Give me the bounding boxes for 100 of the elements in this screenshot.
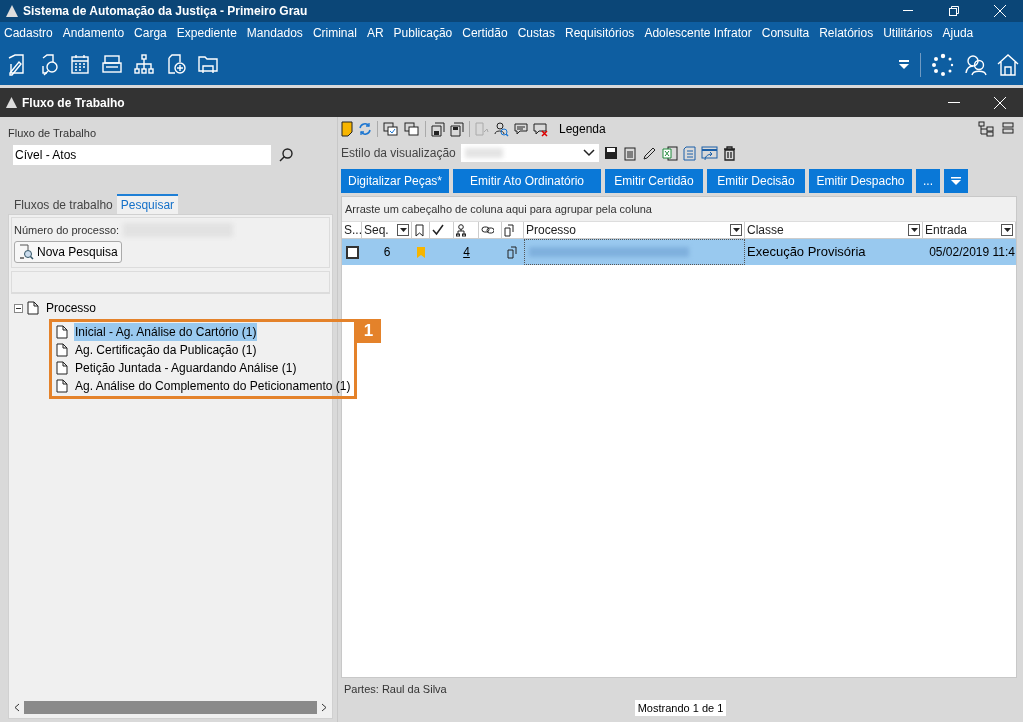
tree-item[interactable]: Ag. Análise do Complemento do Peticionamento (1) (74, 377, 352, 395)
window-title: Sistema de Automação da Justiça - Primeiro Grau (23, 3, 308, 20)
tab[interactable]: Pesquisar (116, 193, 179, 214)
action-button[interactable]: Emitir Decisão (707, 168, 805, 193)
list-view-icon[interactable] (1002, 121, 1014, 135)
column-header[interactable]: Processo (524, 222, 745, 238)
dropdown-icon[interactable] (898, 58, 910, 71)
callout-badge: 1 (356, 319, 381, 343)
chevron-down-icon (582, 149, 595, 157)
document-stack-icon (506, 245, 520, 259)
menu-item[interactable]: Custas (517, 24, 555, 42)
menu-item[interactable]: Consulta (761, 24, 810, 42)
field-label: Estilo da visualização (341, 145, 456, 162)
trash-icon[interactable] (722, 145, 736, 161)
action-button[interactable]: Digitalizar Peças* (341, 168, 449, 193)
clipboard-icon[interactable] (622, 145, 637, 161)
loading-icon[interactable] (931, 52, 955, 77)
calendar-icon[interactable] (70, 53, 90, 76)
menu-item[interactable]: Adolescente Infrator (644, 24, 752, 42)
column-header[interactable]: Classe (745, 222, 923, 238)
minimize-icon (903, 10, 913, 12)
check-icon (432, 223, 445, 237)
filter-dropdown[interactable] (1001, 224, 1013, 236)
menu-item[interactable]: Relatórios (819, 24, 874, 42)
parties-label: Partes: Raul da Silva (344, 681, 447, 697)
new-search-button[interactable]: Nova Pesquisa (14, 241, 122, 263)
copy-check-icon[interactable] (383, 122, 399, 136)
tree-item[interactable]: Ag. Certificação da Publicação (1) (74, 341, 258, 359)
table-cell-text: 05/02/2019 11:4 (929, 244, 1015, 261)
caret-down-icon (399, 228, 407, 232)
spreadsheet-icon[interactable] (661, 145, 678, 161)
document-icon (56, 343, 68, 357)
tree-view-icon[interactable] (978, 121, 994, 137)
search-icon[interactable] (279, 147, 293, 162)
dropdown-icon (951, 175, 961, 186)
document-pen-icon[interactable] (6, 53, 26, 76)
collapse-toggle[interactable] (14, 303, 23, 313)
printer-icon[interactable] (102, 53, 122, 76)
column-header[interactable]: S... (342, 222, 362, 238)
workflow-field[interactable]: Cível - Atos (13, 144, 271, 165)
menu-item[interactable]: AR (366, 24, 384, 42)
refresh-icon[interactable] (358, 122, 372, 136)
filter-dropdown[interactable] (397, 224, 409, 236)
tree-item[interactable]: Processo (46, 299, 97, 317)
copy-icon[interactable] (404, 122, 420, 136)
tab[interactable]: Fluxos de trabalho (10, 195, 117, 214)
save-icon[interactable] (431, 121, 445, 137)
filter-dropdown[interactable] (730, 224, 742, 236)
comment-icon[interactable] (514, 122, 528, 136)
action-button[interactable]: Emitir Certidão (605, 168, 703, 193)
pencil-icon[interactable] (641, 145, 657, 161)
document-icon (56, 379, 68, 393)
folder-icon[interactable] (198, 53, 218, 76)
count-link[interactable]: 4 (463, 243, 470, 261)
menu-item[interactable]: Ajuda (942, 24, 974, 42)
menu-item[interactable]: Andamento (62, 24, 125, 42)
menu-item[interactable]: Requisitórios (565, 24, 635, 42)
save-icon[interactable] (603, 146, 618, 160)
menu-item[interactable]: Carga (134, 24, 167, 42)
caret-down-icon (910, 228, 918, 232)
menu-item[interactable]: Cadastro (4, 24, 53, 42)
document-plus-icon[interactable] (166, 53, 186, 76)
paging-label: Mostrando 1 de 1 (634, 700, 727, 716)
document-stack-icon (504, 223, 517, 237)
action-button[interactable]: ... (916, 168, 940, 193)
checkbox[interactable] (345, 245, 359, 259)
save-icon[interactable] (450, 121, 464, 137)
menu-item[interactable]: Utilitários (883, 24, 933, 42)
person-search-icon[interactable] (494, 121, 509, 137)
table-cell-text: 6 (383, 244, 391, 261)
menu-item[interactable]: Publicação (393, 24, 453, 42)
legend-label[interactable]: Legenda (559, 120, 606, 138)
users-icon[interactable] (965, 53, 987, 76)
menu-item[interactable]: Criminal (312, 24, 357, 42)
action-button[interactable]: Emitir Ato Ordinatório (453, 168, 601, 193)
menu-item[interactable]: Mandados (246, 24, 303, 42)
link-icon (481, 223, 494, 237)
logo-icon (5, 4, 19, 18)
group-hint: Arraste um cabeçalho de coluna aqui para agrupar pela coluna (345, 201, 652, 217)
more-button[interactable] (944, 168, 968, 193)
button-label: Nova Pesquisa (37, 244, 118, 261)
column-header[interactable]: Entrada (923, 222, 1016, 238)
home-icon[interactable] (997, 53, 1019, 76)
restore-icon (949, 6, 959, 16)
menu-item[interactable]: Expediente (176, 24, 237, 42)
filter-dropdown[interactable] (908, 224, 920, 236)
close-icon (994, 5, 1006, 17)
action-button[interactable]: Emitir Despacho (809, 168, 912, 193)
document-icon (56, 325, 68, 339)
column-header[interactable]: Seq. (362, 222, 412, 238)
menu-item[interactable]: Certidão (462, 24, 508, 42)
comment-remove-icon[interactable] (533, 121, 548, 137)
logo-icon (5, 96, 18, 109)
table-row[interactable]: 6 4 Execução Provisória 05/02/2019 11:4 (342, 239, 1016, 265)
minimize-icon (948, 101, 960, 104)
tree-item[interactable]: Inicial - Ag. Análise do Cartório (1) (74, 323, 258, 341)
close-icon (994, 96, 1006, 109)
note-icon[interactable] (341, 121, 353, 137)
hierarchy-icon[interactable] (134, 53, 154, 76)
tree-item[interactable]: Petição Juntada - Aguardando Análise (1) (74, 359, 298, 377)
